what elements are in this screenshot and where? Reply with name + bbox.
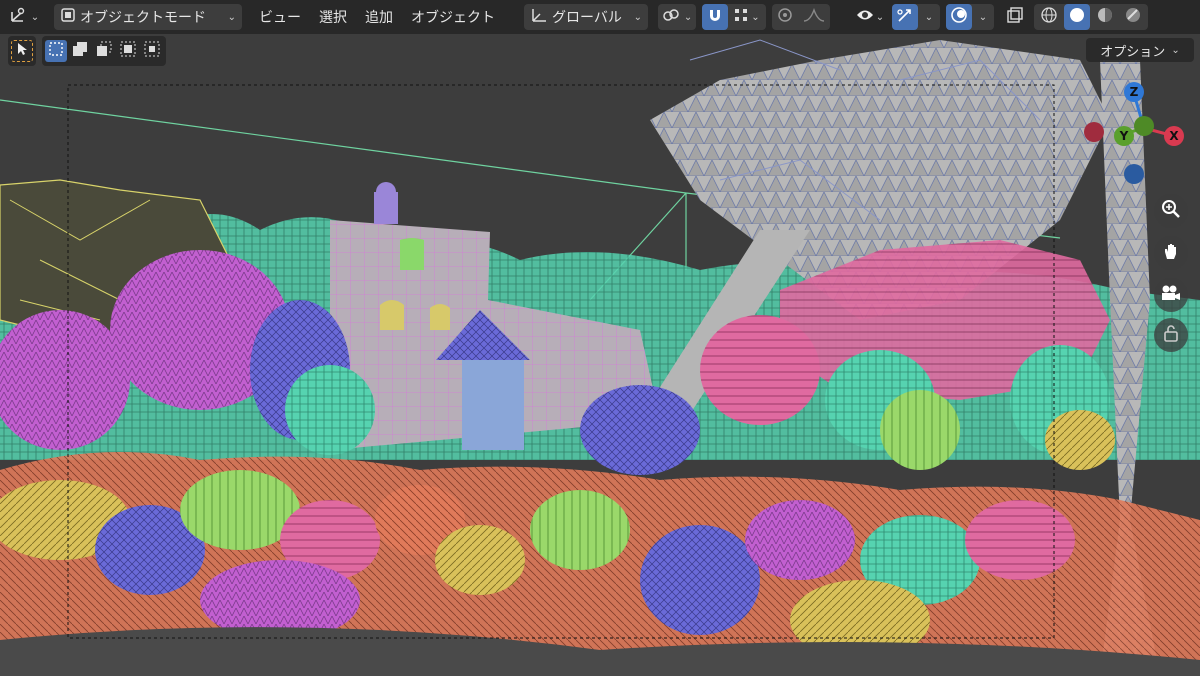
axes-icon (530, 7, 548, 27)
chevron-down-icon: ⌄ (751, 11, 760, 23)
orientation-label: グローバル (552, 10, 622, 26)
x-axis-label: X (1169, 129, 1179, 143)
shading-wireframe[interactable] (1036, 4, 1062, 30)
navigation-gizmo[interactable]: Z X Y (1082, 78, 1192, 188)
neg-z-handle[interactable] (1124, 164, 1144, 184)
snap-target-dropdown[interactable]: ⌄ (728, 4, 766, 30)
pan-button[interactable] (1154, 236, 1188, 270)
rendered-icon (1124, 6, 1142, 28)
y-axis-label: Y (1119, 129, 1129, 143)
select-subtract-button[interactable] (93, 40, 115, 62)
header-menus: ビュー 選択 追加 オブジェクト (250, 4, 504, 30)
editor-type-button[interactable]: ⌄ (4, 4, 44, 30)
options-label: オプション (1100, 44, 1166, 60)
falloff-dropdown[interactable] (798, 4, 830, 30)
select-new-icon (48, 41, 64, 61)
viewport-scene (0, 0, 1200, 676)
camera-view-button[interactable] (1154, 278, 1188, 312)
proportional-editing-group (772, 4, 830, 30)
magnet-icon (707, 7, 723, 27)
gizmo-group: ⌄ (892, 4, 940, 30)
shading-material[interactable] (1092, 4, 1118, 30)
chevron-down-icon: ⌄ (227, 11, 236, 23)
chevron-down-icon: ⌄ (633, 11, 642, 23)
select-extend-icon (72, 41, 88, 61)
proportional-editing-toggle[interactable] (772, 4, 798, 30)
xray-icon (1006, 6, 1024, 28)
chevron-down-icon: ⌄ (924, 11, 934, 23)
z-axis-label: Z (1130, 85, 1139, 99)
chevron-down-icon: ⌄ (978, 11, 988, 23)
menu-add[interactable]: 追加 (356, 4, 402, 30)
object-mode-icon (60, 7, 76, 27)
select-intersect-button[interactable] (141, 40, 163, 62)
transform-orientation-dropdown[interactable]: グローバル ⌄ (524, 4, 648, 30)
wireframe-icon (1040, 6, 1058, 28)
gizmo-toggle[interactable] (892, 4, 918, 30)
select-invert-icon (120, 41, 136, 61)
menu-object[interactable]: オブジェクト (402, 4, 504, 30)
zoom-button[interactable] (1154, 194, 1188, 228)
link-circles-icon (662, 7, 680, 27)
viewport-header: ⌄ オブジェクトモード ⌄ ビュー 選択 追加 オブジェクト グローバル ⌄ ⌄ (0, 0, 1200, 34)
material-icon (1096, 6, 1114, 28)
select-extend-button[interactable] (69, 40, 91, 62)
mode-label: オブジェクトモード (80, 10, 206, 26)
circle-dot-icon (777, 7, 793, 27)
select-subtract-icon (96, 41, 112, 61)
shading-group (1034, 4, 1148, 30)
lock-view-button[interactable] (1154, 318, 1188, 352)
select-new-button[interactable] (45, 40, 67, 62)
overlays-toggle[interactable] (946, 4, 972, 30)
chevron-down-icon: ⌄ (683, 11, 693, 23)
selection-mode-group (42, 36, 166, 66)
select-intersect-icon (144, 41, 160, 61)
select-cursor-icon (15, 42, 29, 60)
overlay-circles-icon (950, 6, 968, 28)
zoom-icon (1161, 199, 1181, 223)
overlays-group: ⌄ (946, 4, 994, 30)
select-invert-button[interactable] (117, 40, 139, 62)
grid-dots-icon (734, 8, 748, 26)
shading-solid[interactable] (1064, 4, 1090, 30)
snap-group: ⌄ (702, 4, 766, 30)
options-dropdown[interactable]: オプション ⌄ (1086, 38, 1194, 62)
chevron-down-icon: ⌄ (30, 11, 40, 23)
select-tool-button[interactable] (11, 40, 33, 62)
lock-icon (1162, 323, 1180, 347)
snap-toggle[interactable] (702, 4, 728, 30)
camera-icon (1160, 284, 1182, 306)
chevron-down-icon: ⌄ (1171, 44, 1180, 56)
shading-rendered[interactable] (1120, 4, 1146, 30)
3d-viewport[interactable] (0, 0, 1200, 676)
curve-icon (803, 7, 825, 26)
arrow-gizmo-icon (896, 6, 914, 28)
overlays-dropdown[interactable]: ⌄ (972, 4, 994, 30)
tool-settings-row (8, 36, 166, 66)
chevron-down-icon: ⌄ (875, 11, 885, 23)
neg-y-handle[interactable] (1134, 116, 1154, 136)
hand-pan-icon (1161, 241, 1181, 265)
visibility-dropdown[interactable]: ⌄ (852, 4, 888, 30)
gizmo-dropdown[interactable]: ⌄ (918, 4, 940, 30)
eye-icon (856, 8, 874, 26)
solid-icon (1068, 6, 1086, 28)
transform-axes-icon (9, 6, 29, 28)
pivot-point-dropdown[interactable]: ⌄ (658, 4, 696, 30)
mode-dropdown[interactable]: オブジェクトモード ⌄ (54, 4, 242, 30)
active-tool-group (8, 36, 36, 66)
menu-select[interactable]: 選択 (310, 4, 356, 30)
xray-toggle[interactable] (1002, 4, 1028, 30)
menu-view[interactable]: ビュー (250, 4, 310, 30)
neg-x-handle[interactable] (1084, 122, 1104, 142)
